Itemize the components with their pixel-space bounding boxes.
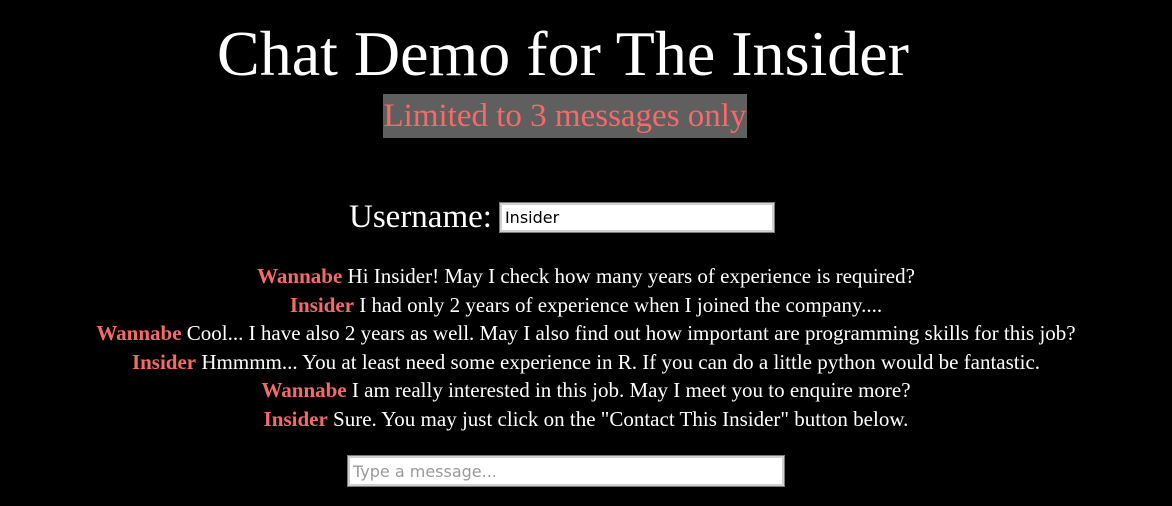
message-item: Wannabe Cool... I have also 2 years as w… (0, 319, 1172, 348)
message-item: Wannabe Hi Insider! May I check how many… (0, 262, 1172, 291)
message-text: Hmmmm... You at least need some experien… (201, 349, 1041, 374)
message-item: Wannabe I am really interested in this j… (0, 376, 1172, 405)
message-sender: Wannabe (261, 378, 347, 403)
message-text: I had only 2 years of experience when I … (359, 292, 883, 317)
username-row: Username: (349, 195, 775, 239)
message-sender: Insider (289, 292, 355, 317)
limit-notice-container: Limited to 3 messages only (0, 94, 1130, 138)
message-sender: Insider (263, 406, 328, 431)
message-input[interactable] (347, 455, 785, 487)
message-item: Insider I had only 2 years of experience… (0, 291, 1172, 320)
message-item: Insider Sure. You may just click on the … (0, 405, 1172, 434)
message-text: I am really interested in this job. May … (351, 378, 911, 403)
message-text: Cool... I have also 2 years as well. May… (186, 321, 1076, 346)
message-list: Wannabe Hi Insider! May I check how many… (0, 262, 1172, 434)
message-text: Sure. You may just click on the "Contact… (333, 406, 909, 431)
page-title: Chat Demo for The Insider (217, 18, 909, 89)
username-input[interactable] (498, 201, 775, 233)
message-sender: Wannabe (96, 321, 182, 346)
message-sender: Wannabe (257, 264, 343, 288)
username-label: Username: (349, 199, 492, 235)
message-item: Insider Hmmmm... You at least need some … (0, 348, 1172, 377)
message-text: Hi Insider! May I check how many years o… (347, 264, 915, 288)
message-sender: Insider (131, 349, 197, 374)
limit-notice: Limited to 3 messages only (382, 94, 748, 138)
